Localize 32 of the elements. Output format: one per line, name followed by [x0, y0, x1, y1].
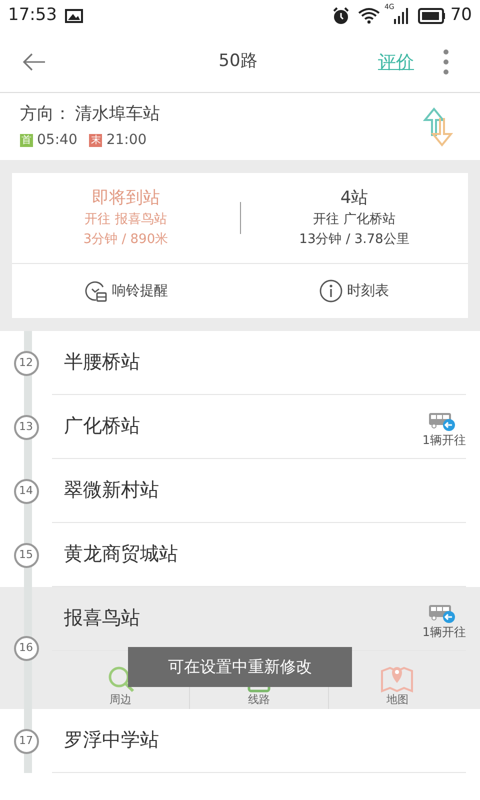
arrival-eta: 13分钟 / 3.78公里 [299, 231, 410, 249]
destination-name: 清水埠车站 [75, 103, 160, 126]
settings-toast: 可在设置中重新修改 [128, 647, 352, 687]
last-bus-time: 21:00 [106, 130, 147, 150]
station-name: 罗浮中学站 [64, 728, 160, 754]
station-number: 13 [14, 414, 38, 440]
station-name: 半腰桥站 [64, 350, 141, 376]
station-name: 翠微新村站 [64, 478, 160, 504]
card-action-button[interactable]: 时刻表 [240, 264, 468, 318]
card-action-button[interactable]: 响铃提醒 [12, 264, 240, 318]
station-number: 15 [14, 542, 38, 568]
station-number: 12 [14, 350, 38, 376]
station-name: 黄龙商贸城站 [64, 542, 179, 568]
station-number: 16 [14, 636, 38, 660]
battery-level: 70 [450, 4, 472, 28]
screen-title: 50路 [218, 50, 258, 74]
first-bus-time: 05:40 [37, 130, 78, 150]
station-name: 报喜鸟站 [64, 606, 141, 632]
arrival-status: 4站 [340, 187, 368, 210]
direction-label: 方向： [20, 103, 71, 126]
station-number: 17 [14, 728, 38, 754]
last-bus-tag: 末 [89, 134, 102, 147]
station-name: 广化桥站 [64, 414, 141, 440]
bus-count: 1辆开往 [422, 432, 466, 448]
bus-count: 1辆开往 [422, 624, 466, 640]
first-bus-tag: 首 [20, 134, 33, 147]
bus-heading: 开往 报喜鸟站 [84, 211, 167, 229]
clock-time: 17:53 [8, 4, 57, 28]
station-number: 14 [14, 478, 38, 504]
arrival-eta: 3分钟 / 890米 [83, 231, 168, 249]
arrival-status: 即将到站 [92, 187, 160, 210]
bus-heading: 开往 广化桥站 [313, 211, 396, 229]
